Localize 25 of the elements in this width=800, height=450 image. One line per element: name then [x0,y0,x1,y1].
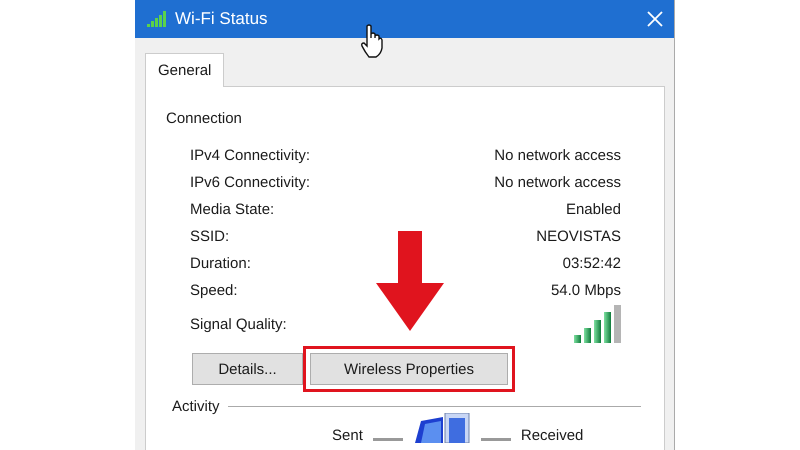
field-label: SSID: [190,228,230,245]
window-title: Wi-Fi Status [175,9,269,29]
computer-icon [412,413,471,443]
field-value: No network access [494,147,621,164]
field-label: Signal Quality: [190,316,287,332]
received-label: Received [520,428,584,443]
signal-bars-icon [147,11,167,27]
field-value: No network access [494,174,621,191]
dialog-button[interactable]: Details... [192,353,303,385]
field-label: IPv4 Connectivity: [190,147,310,164]
signal-bars-icon [574,305,621,343]
section-heading: Activity [172,398,220,414]
close-icon[interactable] [646,10,664,28]
hand-cursor-icon [361,24,383,58]
tab[interactable]: General [145,53,224,87]
field-value: NEOVISTAS [536,228,621,245]
field-label: Media State: [190,201,274,218]
field-value: Enabled [566,201,621,218]
field-label: Speed: [190,282,238,299]
field-label: IPv6 Connectivity: [190,174,310,191]
field-label: Duration: [190,255,251,272]
field-value: 54.0 Mbps [550,282,621,299]
field-value: 03:52:42 [562,255,621,272]
section-heading: Connection [166,110,242,126]
sent-label: Sent [332,428,363,443]
